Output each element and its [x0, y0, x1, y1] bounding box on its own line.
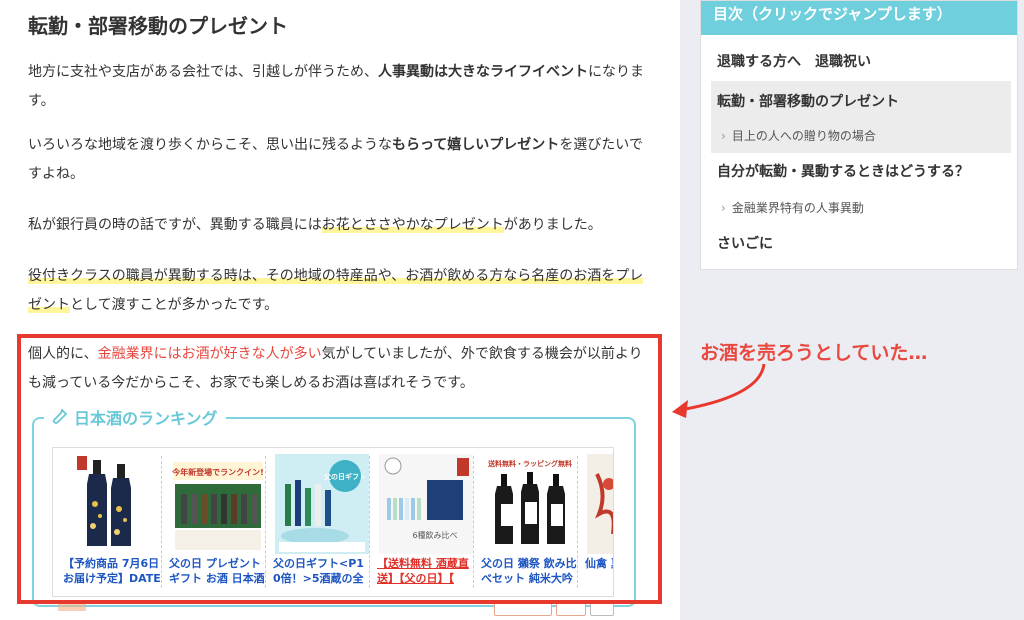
bold-text: もらって嬉しいプレゼント	[392, 137, 560, 153]
paragraph: 役付きクラスの職員が異動する時は、その地域の特産品や、お酒が飲める方なら名産のお…	[28, 262, 648, 320]
toc-subitem-superior-gift[interactable]: › 目上の人への贈り物の場合	[721, 127, 876, 144]
rakuten-logo-mark	[58, 603, 86, 611]
bold-text: 人事異動は大きなライフイベント	[378, 64, 588, 80]
highlight-annotation-box	[17, 334, 662, 604]
text: 地方に支社や支店がある会社では、引越しが伴うため、	[28, 64, 378, 80]
table-of-contents: 目次（クリックでジャンプします） 退職する方へ 退職祝い 転勤・部署移動のプレゼ…	[700, 0, 1018, 270]
toc-item-transfer-gift[interactable]: 転勤・部署移動のプレゼント	[717, 91, 899, 111]
text: がありました。	[503, 217, 602, 233]
paragraph: いろいろな地域を渡り歩くからこそ、思い出に残るようなもらって嬉しいプレゼントを選…	[28, 131, 648, 189]
paragraph: 地方に支社や支店がある会社では、引越しが伴うため、人事異動は大きなライフイベント…	[28, 58, 648, 116]
annotation-arrow-icon	[672, 363, 766, 418]
text: いろいろな地域を渡り歩くからこそ、思い出に残るような	[28, 137, 392, 153]
carousel-next-button[interactable]	[556, 602, 586, 616]
text: として渡すことが多かったです。	[70, 297, 279, 313]
toc-item-retirement[interactable]: 退職する方へ 退職祝い	[717, 51, 871, 71]
paragraph: 私が銀行員の時の話ですが、異動する職員にはお花とささやかなプレゼントがありました…	[28, 211, 648, 240]
toc-item-own-transfer[interactable]: 自分が転勤・異動するときはどうする？	[717, 161, 969, 181]
text: 私が銀行員の時の話ですが、異動する職員には	[28, 217, 322, 233]
highlighted-text: お花とささやかなプレゼント	[321, 217, 504, 233]
toc-subitem-label: 目上の人への贈り物の場合	[731, 129, 876, 143]
toc-subitem-label: 金融業界特有の人事異動	[731, 201, 864, 215]
carousel-prev-button[interactable]	[494, 602, 552, 616]
section-heading: 転勤・部署移動のプレゼント	[28, 14, 288, 38]
toc-subitem-finance-transfer[interactable]: › 金融業界特有の人事異動	[721, 199, 864, 216]
toc-header: 目次（クリックでジャンプします）	[701, 1, 1017, 35]
toc-item-conclusion[interactable]: さいごに	[717, 233, 773, 253]
chevron-right-icon: ›	[721, 129, 726, 143]
carousel-more-button[interactable]	[590, 602, 614, 616]
chevron-right-icon: ›	[721, 201, 726, 215]
